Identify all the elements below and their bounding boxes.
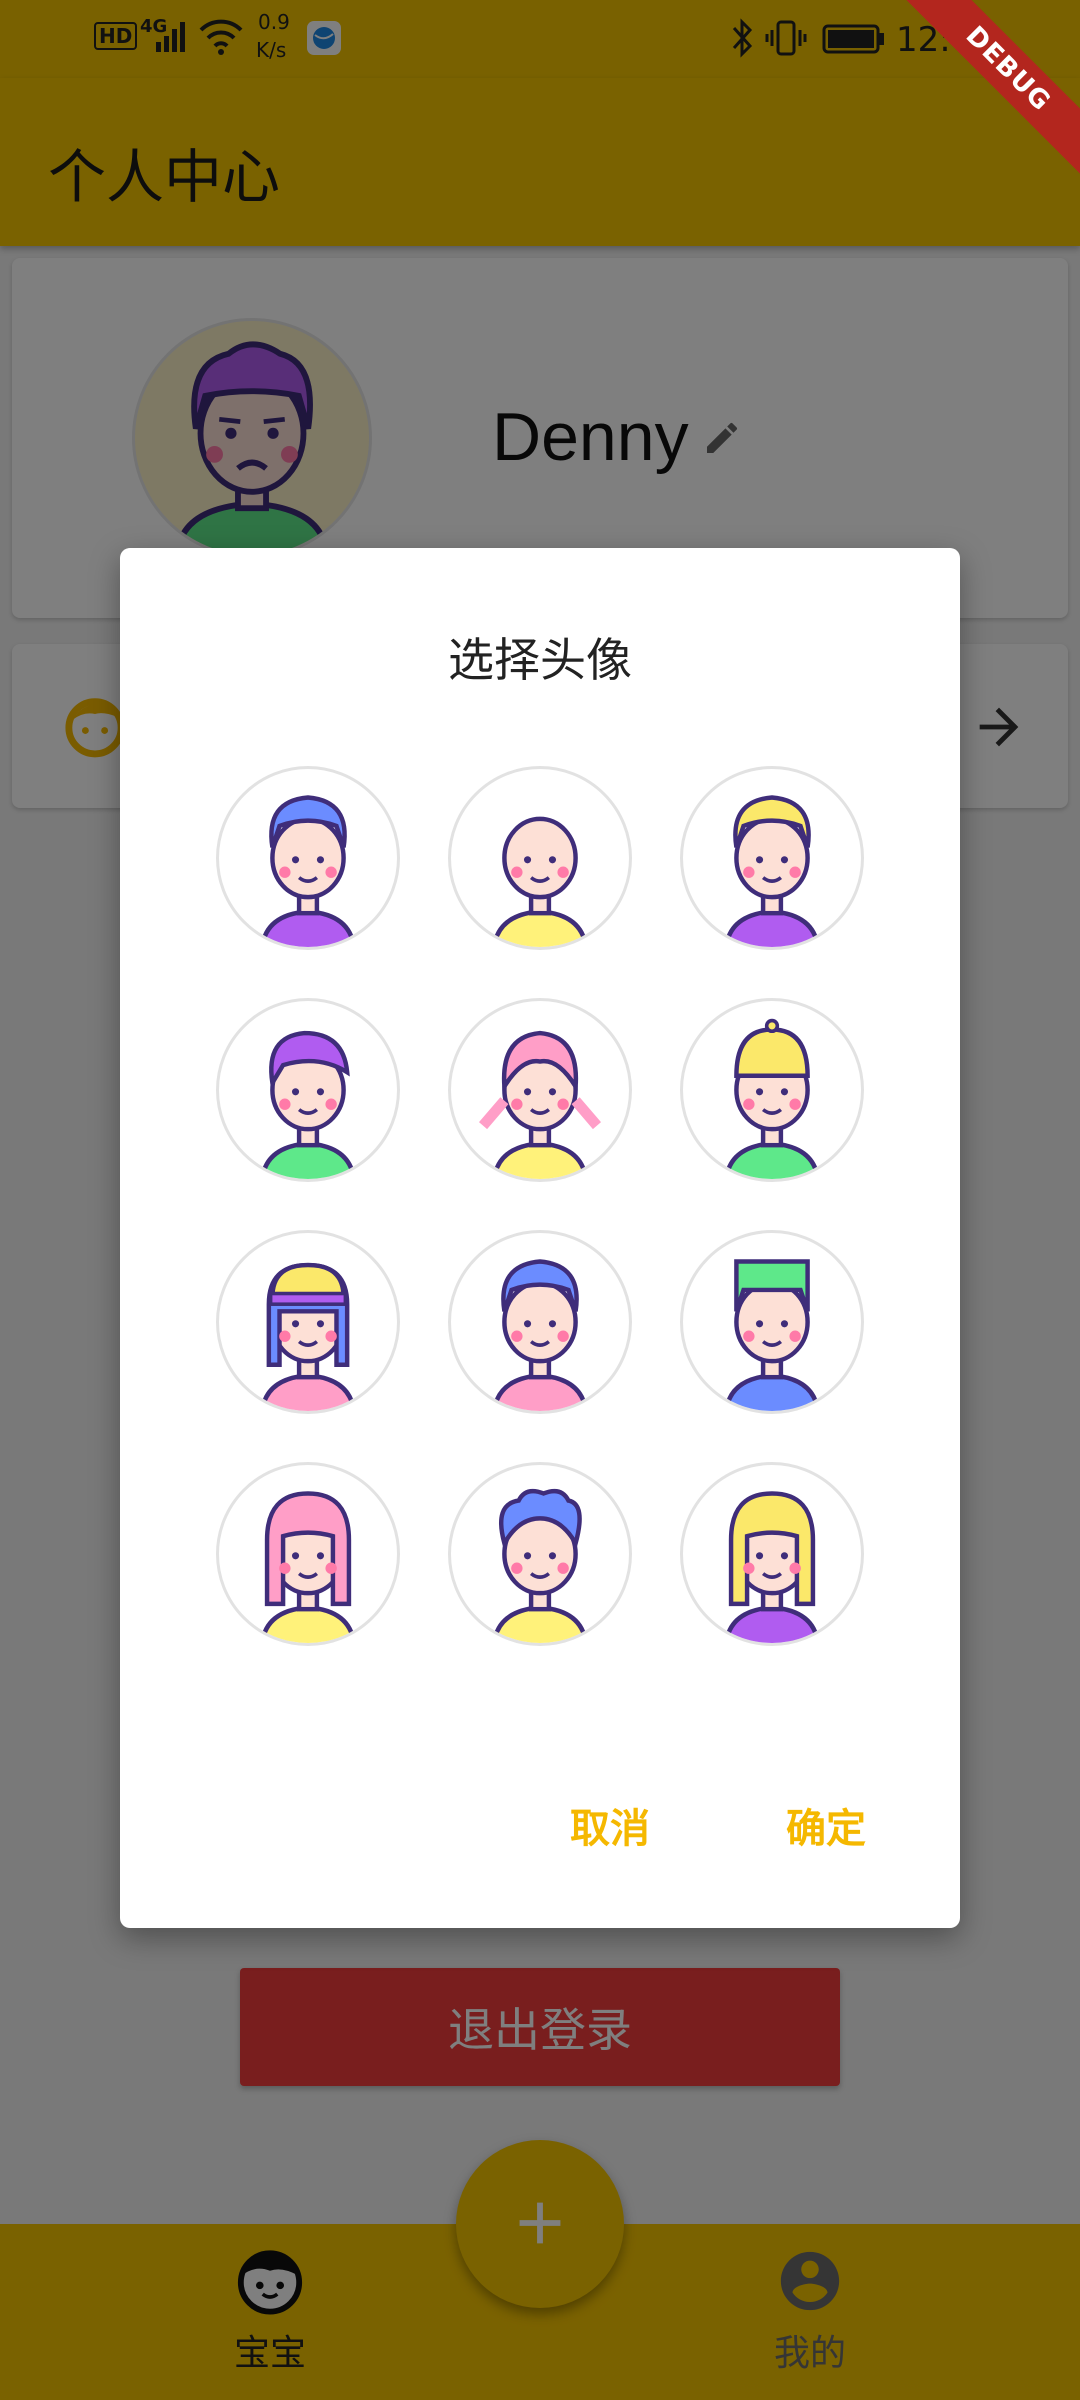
avatar-option[interactable] — [680, 998, 864, 1182]
avatar-option-icon — [259, 795, 357, 947]
avatar-option[interactable] — [448, 1230, 632, 1414]
avatar-option[interactable] — [216, 1230, 400, 1414]
avatar-option[interactable] — [216, 998, 400, 1182]
avatar-option-icon — [259, 1491, 357, 1643]
avatar-option[interactable] — [448, 998, 632, 1182]
avatar-option[interactable] — [680, 1462, 864, 1646]
avatar-option-icon — [478, 1030, 602, 1179]
avatar-option[interactable] — [216, 766, 400, 950]
avatar-option-icon — [723, 1259, 821, 1411]
avatar-option[interactable] — [448, 766, 632, 950]
avatar-option-icon — [259, 1030, 357, 1179]
avatar-option-icon — [491, 1488, 589, 1643]
avatar-option[interactable] — [216, 1462, 400, 1646]
avatar-option-icon — [723, 1018, 821, 1179]
avatar-option[interactable] — [680, 766, 864, 950]
avatar-option[interactable] — [680, 1230, 864, 1414]
avatar-picker-dialog: 选择头像 取消 确定 — [120, 548, 960, 1928]
avatar-option[interactable] — [448, 1462, 632, 1646]
avatar-option-icon — [723, 1491, 821, 1643]
cancel-button[interactable]: 取消 — [570, 1796, 650, 1854]
avatar-option-icon — [491, 1259, 589, 1411]
confirm-button[interactable]: 确定 — [786, 1796, 866, 1854]
avatar-option-icon — [723, 795, 821, 947]
dialog-title: 选择头像 — [448, 633, 632, 687]
avatar-option-icon — [259, 1262, 357, 1411]
avatar-option-icon — [491, 816, 589, 947]
